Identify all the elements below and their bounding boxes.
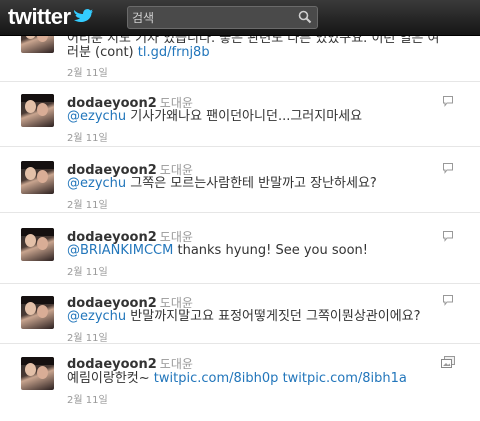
twitpic-link[interactable]: twitpic.com/8ibh1a bbox=[283, 371, 407, 386]
timestamp[interactable]: 2월 11일 bbox=[67, 196, 108, 211]
search-box bbox=[127, 6, 318, 29]
twitpic-link[interactable]: twitpic.com/8ibh0p bbox=[154, 371, 279, 386]
top-bar: twitter bbox=[0, 0, 480, 36]
avatar[interactable] bbox=[21, 357, 54, 390]
tweet[interactable]: dodaeyoon2 도대윤 @ezychu 기사가왜나요 팬이던아니던...그러… bbox=[0, 83, 480, 147]
full-name: 도대윤 bbox=[159, 357, 193, 371]
reply-icon[interactable] bbox=[442, 294, 454, 306]
tweet-link[interactable]: tl.gd/frnj8b bbox=[138, 45, 210, 60]
tweet-text-line2: 러분 (cont) tl.gd/frnj8b bbox=[67, 45, 210, 60]
photo-icon[interactable] bbox=[441, 356, 455, 368]
timestamp[interactable]: 2월 11일 bbox=[67, 329, 108, 344]
search-input[interactable] bbox=[132, 8, 292, 27]
tweet[interactable]: dodaeyoon2 도대윤 @BRIANKIMCCM thanks hyung!… bbox=[0, 214, 480, 284]
tweet-text: @ezychu 기사가왜나요 팬이던아니던...그러지마세요 bbox=[67, 109, 363, 124]
avatar[interactable] bbox=[21, 296, 54, 329]
tweet-text: 예림이랑한컷~ twitpic.com/8ibh0p twitpic.com/8… bbox=[67, 371, 407, 386]
timestamp[interactable]: 2월 11일 bbox=[67, 263, 108, 278]
timestamp[interactable]: 2월 11일 bbox=[67, 64, 108, 79]
mention-link[interactable]: @ezychu bbox=[67, 109, 126, 124]
tweet-text: @ezychu 반말까지말고요 표정어떻게짓던 그쪽이뭔상관이에요? bbox=[67, 309, 421, 324]
reply-icon[interactable] bbox=[442, 230, 454, 242]
reply-icon[interactable] bbox=[442, 162, 454, 174]
timestamp[interactable]: 2월 11일 bbox=[67, 391, 108, 406]
tweet-text: @ezychu 그쪽은 모르는사람한테 반말까고 장난하세요? bbox=[67, 176, 377, 191]
tweet-text: @BRIANKIMCCM thanks hyung! See you soon! bbox=[67, 243, 369, 258]
bird-icon bbox=[73, 9, 93, 22]
avatar[interactable] bbox=[21, 94, 54, 127]
avatar[interactable] bbox=[21, 161, 54, 194]
tweet[interactable]: dodaeyoon2 도대윤 @ezychu 반말까지말고요 표정어떻게짓던 그쪽… bbox=[0, 285, 480, 344]
timestamp[interactable]: 2월 11일 bbox=[67, 129, 108, 144]
twitter-logo[interactable]: twitter bbox=[8, 4, 93, 29]
logo-text: twitter bbox=[8, 4, 71, 29]
search-icon[interactable] bbox=[298, 10, 312, 24]
mention-link[interactable]: @ezychu bbox=[67, 176, 126, 191]
reply-icon[interactable] bbox=[442, 95, 454, 107]
tweet[interactable]: dodaeyoon2 도대윤 예림이랑한컷~ twitpic.com/8ibh0p… bbox=[0, 345, 480, 421]
avatar[interactable] bbox=[21, 228, 54, 261]
mention-link[interactable]: @BRIANKIMCCM bbox=[67, 243, 173, 258]
timeline: 어리분 지도 기자 있습니다. 좋은 관련도 다른 있었구요. 이런 일은 여 … bbox=[0, 0, 480, 421]
mention-link[interactable]: @ezychu bbox=[67, 309, 126, 324]
tweet[interactable]: dodaeyoon2 도대윤 @ezychu 그쪽은 모르는사람한테 반말까고 장… bbox=[0, 148, 480, 213]
